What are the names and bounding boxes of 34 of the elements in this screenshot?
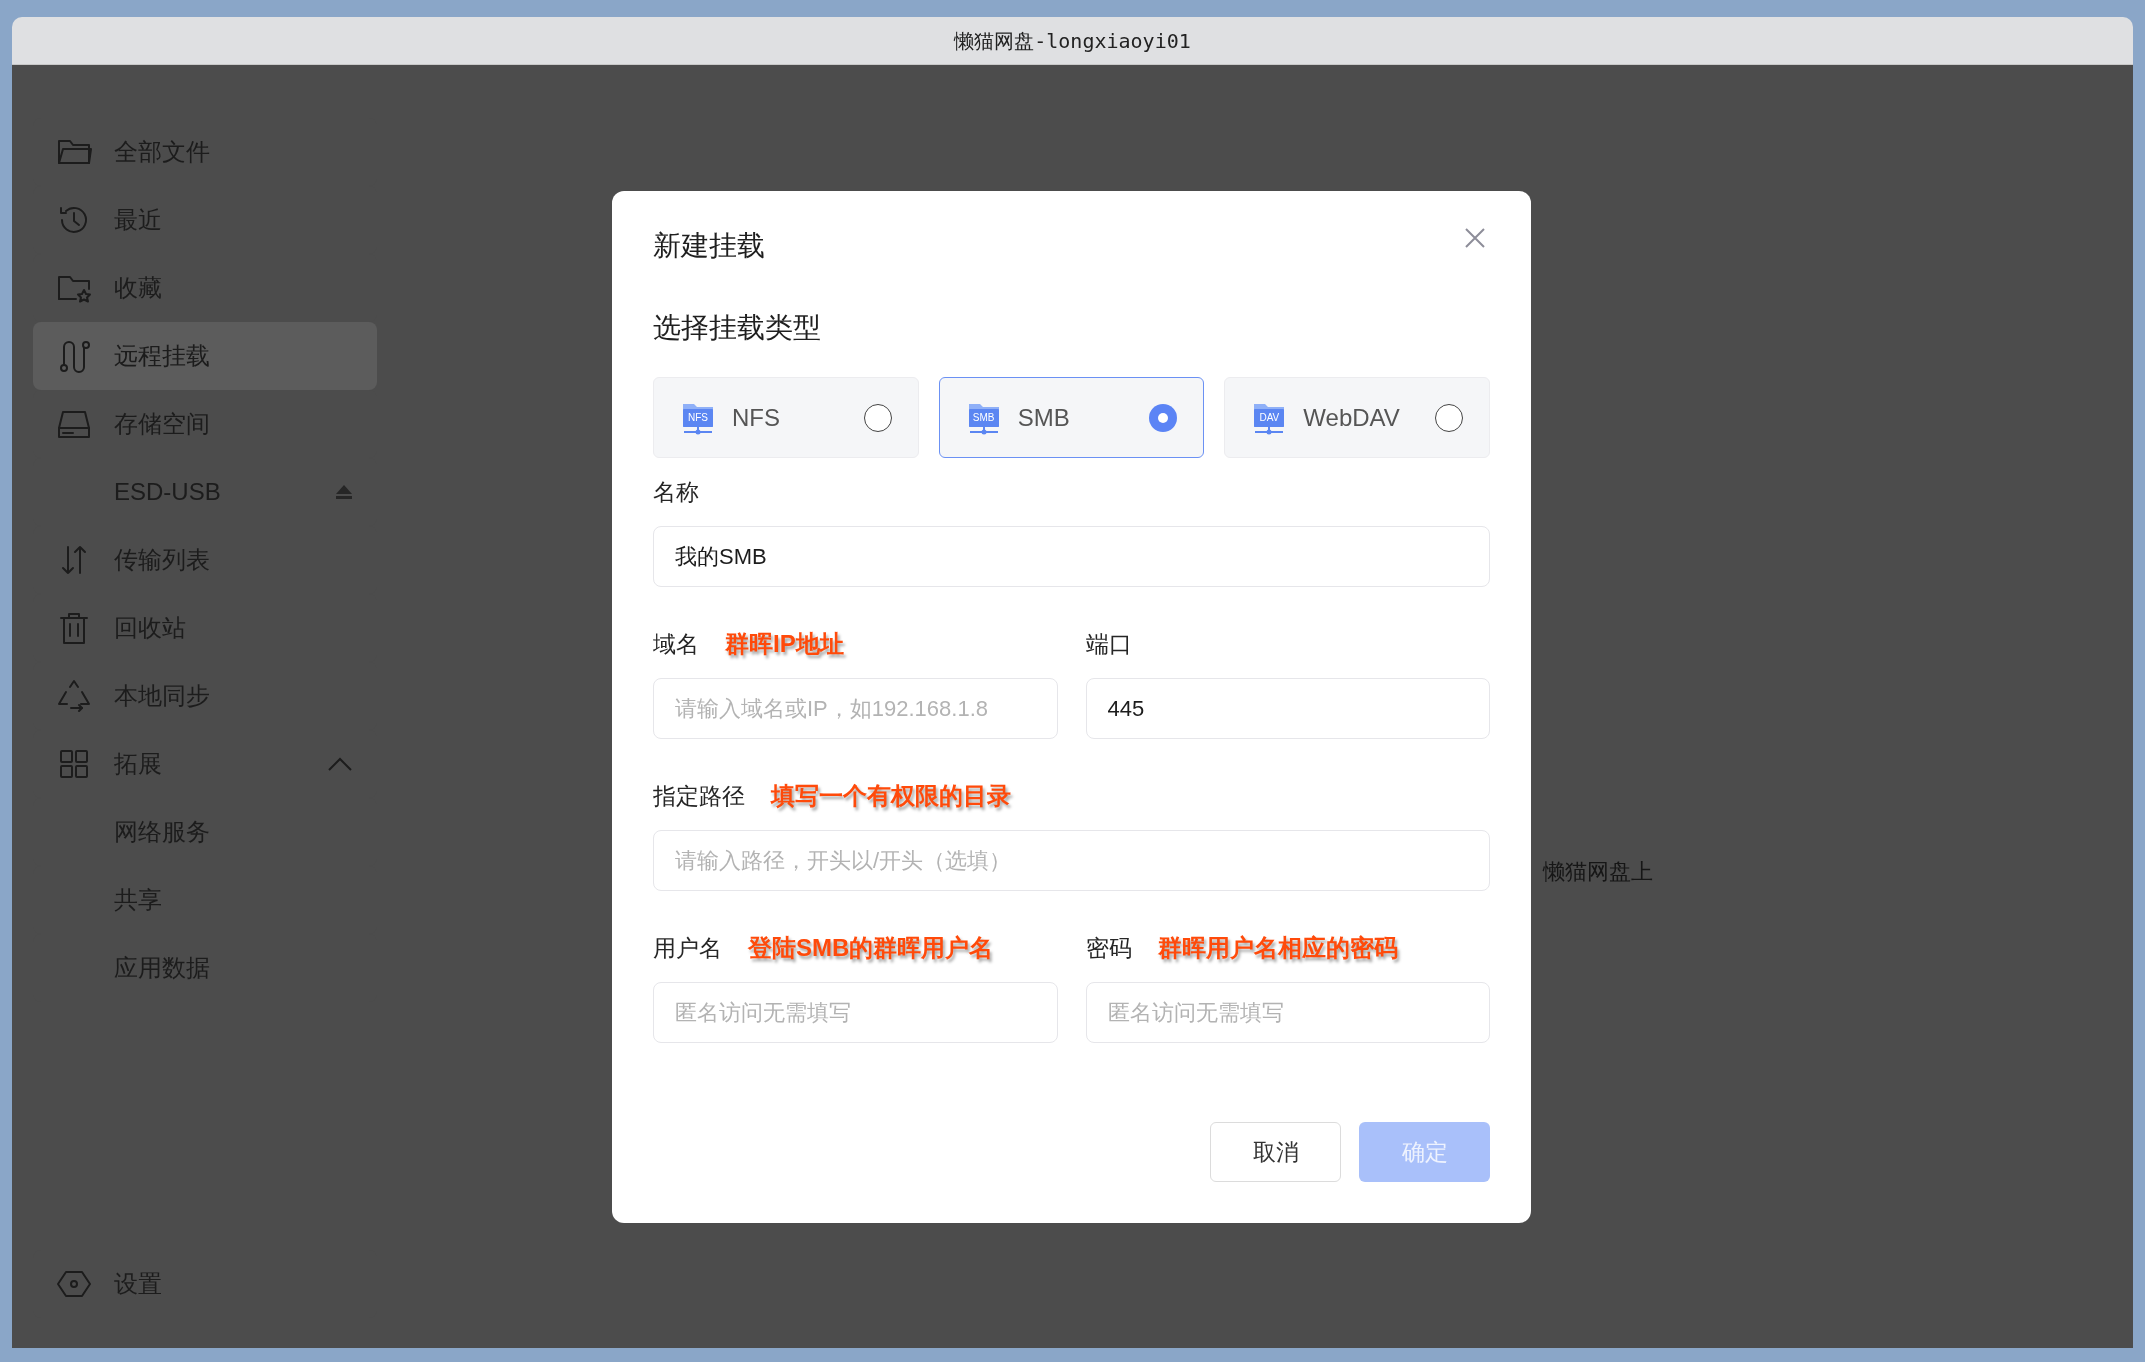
field-label: 指定路径 [653,781,745,811]
radio-button[interactable] [863,403,892,432]
close-icon[interactable] [1464,227,1486,249]
mount-type-option[interactable]: SMB SMB [938,377,1205,458]
folder-badge-label: DAV [1258,410,1281,425]
field-label: 端口 [1085,629,1132,659]
annotation-text: 群晖用户名相应的密码 [1157,933,1398,963]
annotation-text: 登陆SMB的群晖用户名 [748,933,994,963]
radio-button[interactable] [1149,403,1178,432]
mount-type-option[interactable]: DAV WebDAV [1224,377,1490,458]
annotation-text: 填写一个有权限的目录 [771,781,1011,811]
folder-badge-label: NFS [687,410,709,425]
radio-button[interactable] [1435,403,1463,432]
field-label: 密码 [1085,933,1132,963]
section-title: 选择挂载类型 [653,311,822,345]
chevron-up-icon[interactable] [327,756,353,772]
field-label: 用户名 [653,933,722,963]
input-field[interactable]: 我的SMB [653,526,1490,587]
input-field[interactable]: 匿名访问无需填写 [1085,982,1490,1043]
input-field[interactable]: 请输入路径，开头以/开头（选填） [653,830,1490,891]
cancel-button[interactable]: 取消 [1210,1122,1341,1182]
window-title: 懒猫网盘-longxiaoyi01 [954,27,1191,55]
field-label: 名称 [653,477,699,507]
field-label: 域名 [653,629,699,659]
dialog-title: 新建挂载 [653,229,765,263]
recycle-icon [56,678,92,714]
mount-type-option[interactable]: NFS NFS [653,377,919,458]
input-field[interactable]: 请输入域名或IP，如192.168.1.8 [653,678,1058,739]
input-field[interactable]: 445 [1085,678,1490,739]
eject-icon[interactable] [335,484,353,500]
annotation-text: 群晖IP地址 [725,629,844,659]
sidebar-item[interactable]: 远程挂载 [33,322,377,390]
input-field[interactable]: 匿名访问无需填写 [653,982,1058,1043]
folder-badge-label: SMB [971,410,996,425]
